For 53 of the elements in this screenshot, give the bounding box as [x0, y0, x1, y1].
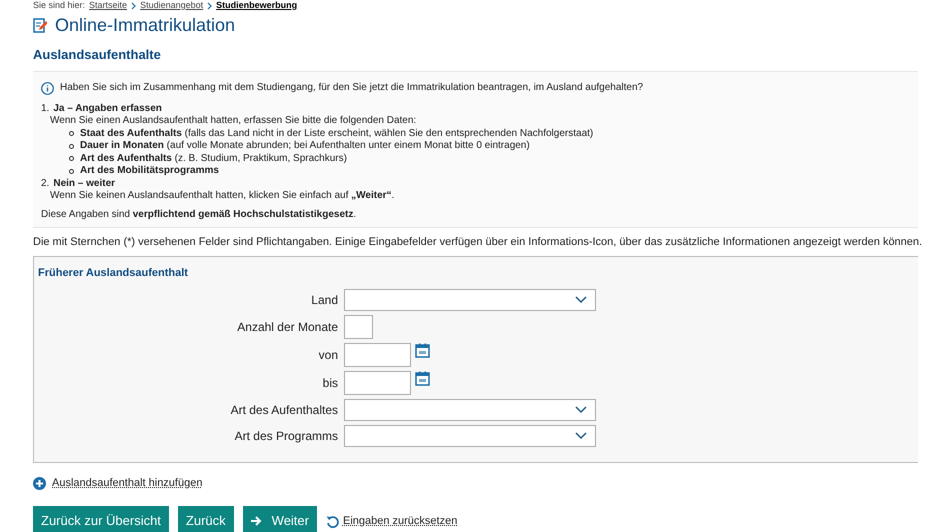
field-label: von [318, 347, 338, 364]
input-field[interactable] [344, 315, 373, 339]
breadcrumb-link[interactable]: Studienangebot [140, 0, 204, 12]
add-link[interactable]: Auslandsaufenthalt hinzufügen [52, 475, 202, 492]
step-number: 1. [41, 102, 50, 115]
reset-icon[interactable] [326, 514, 339, 528]
chevron-down-icon [575, 406, 587, 414]
field-label: Land [310, 292, 338, 309]
step-number: 2. [41, 178, 50, 190]
field-label: Art des Programms [234, 428, 338, 445]
bullet-icon [69, 156, 74, 162]
step-heading: Nein – weiter [53, 178, 116, 190]
calendar-icon[interactable] [415, 371, 430, 386]
add-icon[interactable] [33, 476, 46, 490]
bullet-text: Dauer in Monaten (auf volle Monate abrunden; bei Aufenthalten unter einem Monat bitte 0 eintragen) [80, 140, 530, 152]
field-label: bis [322, 375, 338, 392]
step-text: Wenn Sie einen Auslandsaufenthalt hatten, erfassen Sie bitte die folgenden Daten: [49, 115, 418, 128]
chevron-down-icon [575, 296, 587, 304]
bullet-text: Art des Aufenthalts (z. B. Studium, Praktikum, Sprachkurs) [80, 152, 347, 165]
breadcrumb-current: Studienbewerbung [216, 0, 298, 12]
breadcrumb-link[interactable]: Startseite [89, 0, 128, 12]
step-text: Wenn Sie keinen Auslandsaufenthalt hatten, klicken Sie einfach auf „Weiter“. [49, 190, 396, 202]
info-note: Diese Angaben sind verpflichtend gemäß Hochschulstatistikgesetz. [41, 208, 358, 221]
chevron-down-icon [575, 432, 587, 440]
calendar-icon[interactable] [415, 343, 430, 358]
required-note: Die mit Sternchen (*) versehenen Felder sind Pflichtangaben. Einige Eingabefelder verfügen über ein Informations-Icon, über das zusätzliche Informationen angezeigt werden können. [33, 235, 924, 250]
step-heading: Ja – Angaben erfassen [53, 102, 162, 115]
date-field[interactable] [344, 343, 411, 367]
bullet-icon [69, 168, 74, 174]
field-label: Anzahl der Monate [236, 319, 338, 336]
breadcrumb-label: Sie sind hier: [33, 0, 86, 12]
edit-document-icon [33, 18, 47, 33]
info-question: Haben Sie sich im Zusammenhang mit dem Studiengang, für den Sie jetzt die Immatrikulation beantragen, im Ausland aufgehalten? [60, 82, 644, 94]
reset-link[interactable]: Eingaben zurücksetzen [342, 512, 458, 530]
chevron-right-icon [131, 2, 136, 10]
bullet-text: Art des Mobilitätsprogramms [80, 165, 219, 178]
date-field[interactable] [344, 371, 411, 395]
chevron-right-icon [207, 2, 212, 10]
next-button[interactable]: Weiter [242, 506, 317, 532]
bullet-icon [69, 144, 74, 149]
bullet-icon [69, 131, 74, 136]
bullet-text: Staat des Aufenthalts (falls das Land nicht in der Liste erscheint, wählen Sie den entsprechenden Nachfolgerstaat) [80, 128, 594, 140]
back-button[interactable]: Zurück zur Übersicht [33, 506, 169, 532]
info-icon [41, 82, 54, 94]
form-title: Früherer Auslandsaufenthalt [37, 266, 189, 280]
back-button[interactable]: Zurück [178, 506, 234, 532]
select-field[interactable] [344, 399, 596, 421]
section-title: Auslandsaufenthalte [33, 46, 162, 64]
select-field[interactable] [344, 289, 596, 311]
select-field[interactable] [344, 425, 596, 447]
field-label: Art des Aufenthaltes [230, 402, 338, 419]
arrow-right-icon [250, 516, 262, 526]
page-title: Online-Immatrikulation [55, 14, 236, 37]
